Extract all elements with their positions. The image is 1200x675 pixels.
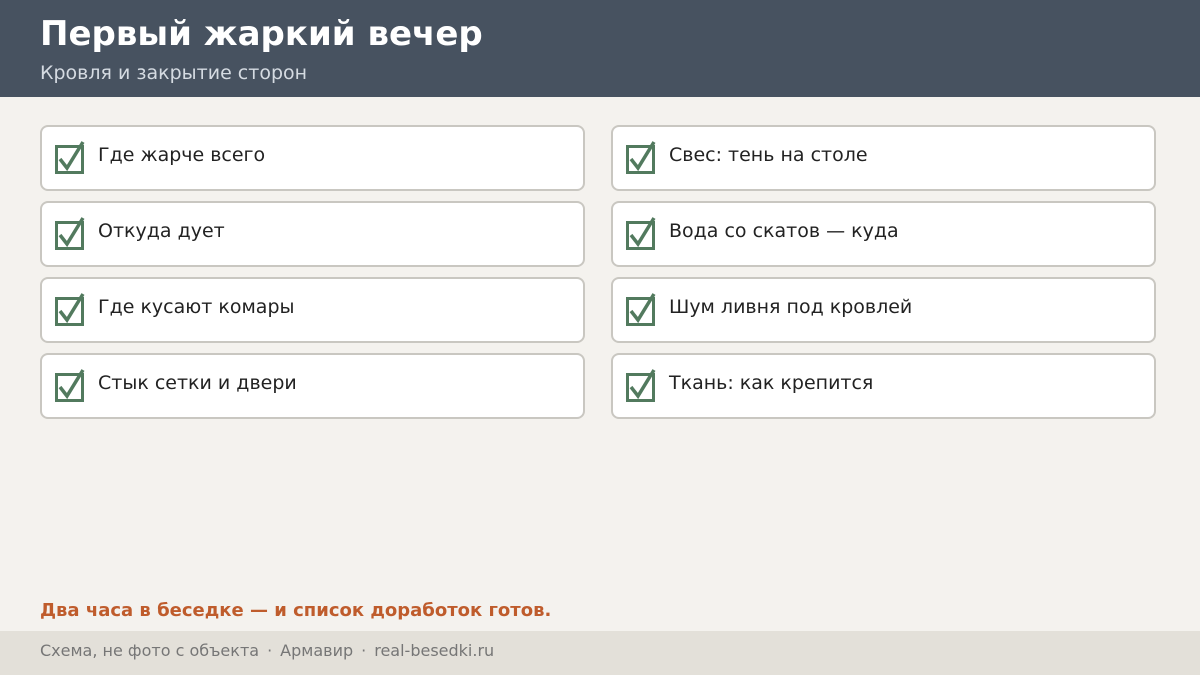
checkbox-checked-icon[interactable] xyxy=(626,369,656,402)
checkbox-checked-icon[interactable] xyxy=(55,217,85,250)
checklist-item[interactable]: Вода со скатов — куда xyxy=(611,201,1156,267)
checklist-item[interactable]: Откуда дует xyxy=(40,201,585,267)
page-subtitle: Кровля и закрытие сторон xyxy=(40,62,308,84)
tagline: Два часа в беседке — и список доработок … xyxy=(40,600,552,621)
checkbox-checked-icon[interactable] xyxy=(626,293,656,326)
footer-city: Армавир xyxy=(280,641,354,660)
footer-note: Схема, не фото с объекта xyxy=(40,641,260,660)
checklist-item-label: Свес: тень на столе xyxy=(669,144,868,166)
checkbox-checked-icon[interactable] xyxy=(55,293,85,326)
checklist-item-label: Где кусают комары xyxy=(98,296,295,318)
checklist-item[interactable]: Шум ливня под кровлей xyxy=(611,277,1156,343)
checklist-item-label: Шум ливня под кровлей xyxy=(669,296,913,318)
checklist-item-label: Ткань: как крепится xyxy=(669,372,874,394)
checklist-item-label: Вода со скатов — куда xyxy=(669,220,899,242)
footer-separator: · xyxy=(361,641,367,660)
page-title: Первый жаркий вечер xyxy=(40,14,483,54)
footer-site-link[interactable]: real-besedki.ru xyxy=(374,641,494,660)
checklist-grid: Где жарче всего Свес: тень на столе Отку… xyxy=(40,125,1156,419)
checklist-item[interactable]: Ткань: как крепится xyxy=(611,353,1156,419)
checklist-item[interactable]: Стык сетки и двери xyxy=(40,353,585,419)
checkbox-checked-icon[interactable] xyxy=(626,141,656,174)
checklist-item[interactable]: Где кусают комары xyxy=(40,277,585,343)
footer: Схема, не фото с объекта · Армавир · real-be… xyxy=(0,631,1200,675)
checkbox-checked-icon[interactable] xyxy=(626,217,656,250)
checklist-item[interactable]: Где жарче всего xyxy=(40,125,585,191)
header-banner: Первый жаркий вечер Кровля и закрытие ст… xyxy=(0,0,1200,97)
footer-separator: · xyxy=(267,641,273,660)
checklist-item-label: Откуда дует xyxy=(98,220,225,242)
footer-text: Схема, не фото с объекта · Армавир · real-be… xyxy=(40,641,494,660)
checkbox-checked-icon[interactable] xyxy=(55,141,85,174)
checkbox-checked-icon[interactable] xyxy=(55,369,85,402)
checklist-item-label: Стык сетки и двери xyxy=(98,372,297,394)
checklist-item-label: Где жарче всего xyxy=(98,144,266,166)
checklist-item[interactable]: Свес: тень на столе xyxy=(611,125,1156,191)
